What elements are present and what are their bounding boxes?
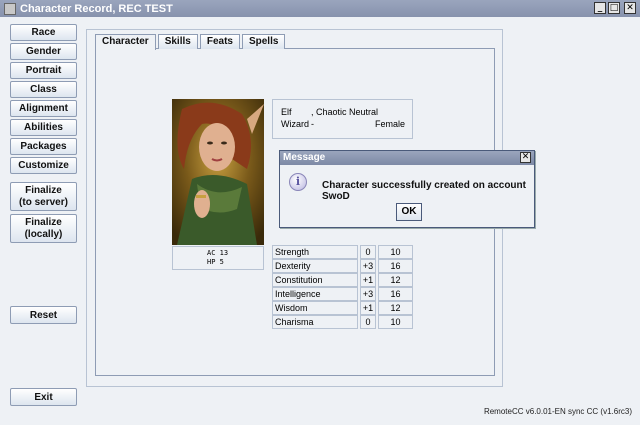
minimize-icon[interactable]: _	[594, 2, 606, 14]
reset-button[interactable]: Reset	[10, 306, 77, 324]
race-value: Elf	[281, 107, 292, 117]
dialog-title-bar: Message ✕	[280, 151, 534, 165]
gender-button[interactable]: Gender	[10, 43, 77, 60]
tab-feats[interactable]: Feats	[199, 34, 240, 49]
attribute-modifier: +3	[360, 259, 376, 273]
attribute-name: Constitution	[272, 273, 358, 287]
attribute-name: Charisma	[272, 315, 358, 329]
portrait-button[interactable]: Portrait	[10, 62, 77, 79]
class-value: Wizard	[281, 119, 310, 129]
attribute-row: Charisma 0 10	[272, 315, 415, 329]
attribute-value: 16	[378, 259, 413, 273]
attribute-row: Constitution +1 12	[272, 273, 415, 287]
dialog-message: Character successfully created on accoun…	[322, 180, 526, 202]
dialog-title: Message	[283, 152, 326, 163]
window-controls: _ □ ✕	[594, 2, 636, 14]
message-dialog: Message ✕ i Character successfully creat…	[279, 150, 535, 228]
gender-value: Female	[375, 119, 406, 129]
class-button[interactable]: Class	[10, 81, 77, 98]
close-icon[interactable]: ✕	[624, 2, 636, 14]
tab-bar: Character Skills Feats Spells	[95, 34, 287, 50]
character-info-box: Elf , Chaotic Neutral Wizard - Female	[272, 99, 413, 139]
finalize-server-line1: Finalize	[25, 184, 62, 196]
armor-class: AC 13	[207, 249, 229, 257]
version-status: RemoteCC v6.0.01-EN sync CC (v1.6rc3)	[483, 407, 632, 416]
finalize-local-line2: (locally)	[24, 228, 63, 240]
tab-character[interactable]: Character	[95, 34, 156, 50]
alignment-value: , Chaotic Neutral	[311, 107, 379, 117]
attribute-value: 10	[378, 245, 413, 259]
attribute-name: Wisdom	[272, 301, 358, 315]
attribute-row: Dexterity +3 16	[272, 259, 415, 273]
combat-stats-box: AC 13 HP 5	[172, 246, 264, 270]
exit-button[interactable]: Exit	[10, 388, 77, 406]
finalize-locally-button[interactable]: Finalize (locally)	[10, 214, 77, 243]
hit-points: HP 5	[207, 258, 224, 266]
finalize-to-server-button[interactable]: Finalize (to server)	[10, 182, 77, 211]
attribute-modifier: +1	[360, 273, 376, 287]
tab-skills[interactable]: Skills	[157, 34, 198, 49]
app-icon	[4, 2, 16, 15]
customize-button[interactable]: Customize	[10, 157, 77, 174]
attribute-row: Intelligence +3 16	[272, 287, 415, 301]
alignment-button[interactable]: Alignment	[10, 100, 77, 117]
finalize-server-line2: (to server)	[19, 196, 68, 208]
ok-button[interactable]: OK	[396, 203, 422, 221]
info-icon: i	[289, 173, 307, 191]
dialog-close-icon[interactable]: ✕	[520, 152, 531, 163]
attribute-value: 16	[378, 287, 413, 301]
race-button[interactable]: Race	[10, 24, 77, 41]
class-separator: -	[311, 119, 314, 129]
title-bar: Character Record, REC TEST _ □ ✕	[0, 0, 640, 17]
maximize-icon[interactable]: □	[608, 2, 620, 14]
attribute-modifier: +3	[360, 287, 376, 301]
attribute-value: 10	[378, 315, 413, 329]
finalize-local-line1: Finalize	[25, 216, 62, 228]
character-portrait	[172, 99, 264, 245]
tab-spells[interactable]: Spells	[241, 34, 286, 49]
attribute-table: Strength 0 10 Dexterity +3 16 Constitution +1 12…	[272, 245, 415, 329]
attribute-name: Strength	[272, 245, 358, 259]
attribute-row: Wisdom +1 12	[272, 301, 415, 315]
window-title: Character Record, REC TEST	[20, 2, 173, 15]
abilities-button[interactable]: Abilities	[10, 119, 77, 136]
attribute-modifier: +1	[360, 301, 376, 315]
packages-button[interactable]: Packages	[10, 138, 77, 155]
attribute-name: Dexterity	[272, 259, 358, 273]
attribute-row: Strength 0 10	[272, 245, 415, 259]
attribute-name: Intelligence	[272, 287, 358, 301]
attribute-modifier: 0	[360, 245, 376, 259]
attribute-value: 12	[378, 273, 413, 287]
attribute-value: 12	[378, 301, 413, 315]
attribute-modifier: 0	[360, 315, 376, 329]
